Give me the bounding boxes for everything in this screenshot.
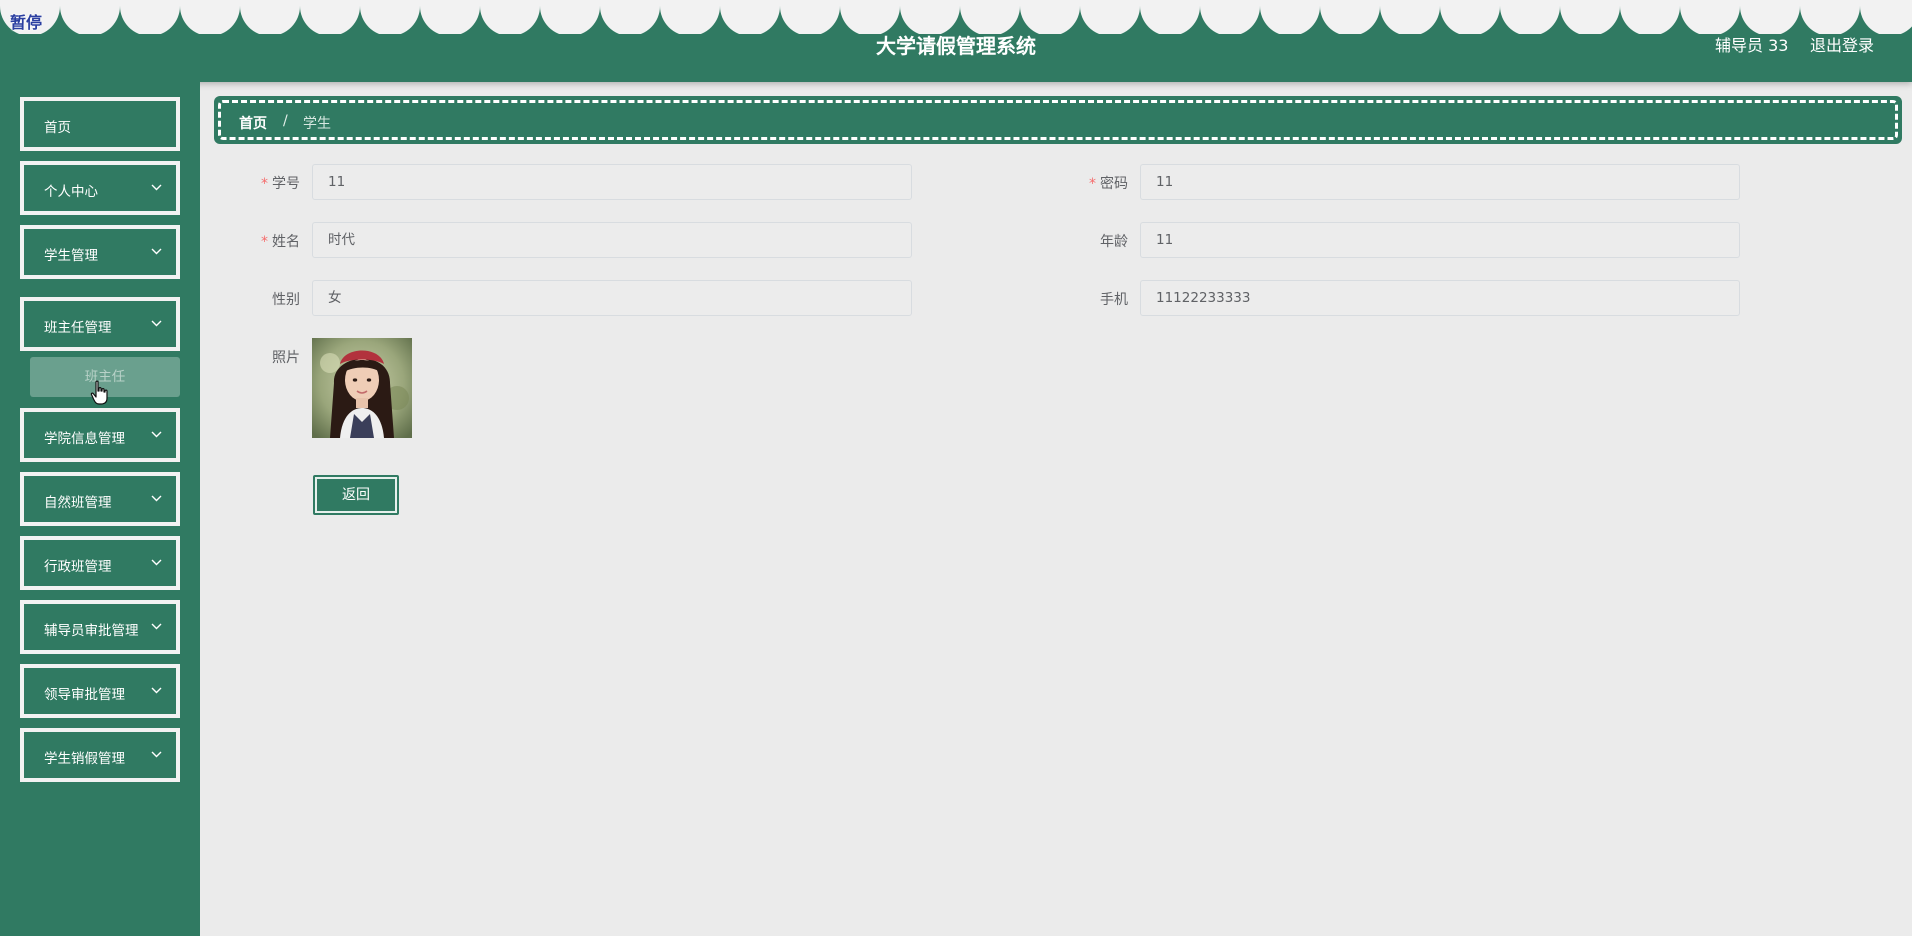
sidebar-item-label: 自然班管理 — [44, 495, 112, 511]
age-field[interactable]: 11 — [1140, 222, 1740, 258]
photo-label: 照片 — [272, 350, 300, 366]
breadcrumb-current: 学生 — [303, 116, 331, 132]
sidebar-item-label: 行政班管理 — [44, 559, 112, 575]
hand-pointer-icon — [90, 380, 108, 405]
sidebar-item-counselor-approval-management[interactable]: 辅导员审批管理 — [20, 600, 180, 654]
sidebar-item-college-info-management[interactable]: 学院信息管理 — [20, 408, 180, 462]
breadcrumb: 首页 / 学生 — [214, 96, 1902, 144]
sidebar-item-admin-class-management[interactable]: 行政班管理 — [20, 536, 180, 590]
sidebar-item-home[interactable]: 首页 — [20, 97, 180, 151]
sidebar-item-label: 领导审批管理 — [44, 687, 125, 703]
student-photo — [312, 338, 412, 438]
chevron-down-icon — [151, 320, 162, 327]
chevron-down-icon — [151, 184, 162, 191]
chevron-down-icon — [151, 623, 162, 630]
chevron-down-icon — [151, 687, 162, 694]
chevron-down-icon — [151, 248, 162, 255]
breadcrumb-separator: / — [283, 113, 288, 129]
scallop-decoration — [0, 0, 1912, 34]
sidebar-item-head-teacher-management[interactable]: 班主任管理 — [20, 297, 180, 351]
breadcrumb-home-link[interactable]: 首页 — [239, 113, 267, 133]
breadcrumb-inner: 首页 / 学生 — [218, 100, 1898, 140]
sidebar-item-label: 班主任管理 — [44, 320, 112, 336]
name-field[interactable]: 时代 — [312, 222, 912, 258]
phone-field[interactable]: 11122233333 — [1140, 280, 1740, 316]
sidebar-item-leader-approval-management[interactable]: 领导审批管理 — [20, 664, 180, 718]
sidebar-item-label: 学生销假管理 — [44, 751, 125, 767]
sidebar-item-personal-center[interactable]: 个人中心 — [20, 161, 180, 215]
gender-field[interactable]: 女 — [312, 280, 912, 316]
sidebar-item-label: 辅导员审批管理 — [44, 623, 139, 639]
sidebar-item-label: 个人中心 — [44, 184, 98, 200]
sidebar-item-student-management[interactable]: 学生管理 — [20, 225, 180, 279]
chevron-down-icon — [151, 495, 162, 502]
password-field[interactable]: 11 — [1140, 164, 1740, 200]
current-user-label: 辅导员 33 — [1715, 36, 1789, 55]
sidebar-item-label: 学生管理 — [44, 248, 98, 264]
password-label: * 密码 — [1089, 176, 1128, 192]
app-title: 大学请假管理系统 — [876, 34, 1036, 58]
gender-label: 性别 — [272, 292, 300, 308]
required-mark: * — [261, 176, 268, 192]
chevron-down-icon — [151, 751, 162, 758]
name-label: * 姓名 — [261, 234, 300, 250]
sidebar-item-label: 首页 — [44, 120, 71, 136]
sidebar-item-leave-cancel-management[interactable]: 学生销假管理 — [20, 728, 180, 782]
sidebar: 首页 个人中心 学生管理 班主任管理 学院信息管理 自然班管理 行政班管理 辅导… — [0, 82, 200, 936]
phone-label: 手机 — [1100, 292, 1128, 308]
back-button[interactable]: 返回 — [313, 475, 399, 515]
required-mark: * — [1089, 176, 1096, 192]
chevron-down-icon — [151, 559, 162, 566]
sidebar-item-label: 学院信息管理 — [44, 431, 125, 447]
required-mark: * — [261, 234, 268, 250]
student-id-field[interactable]: 11 — [312, 164, 912, 200]
top-header: 暂停 大学请假管理系统 辅导员 33 退出登录 — [0, 0, 1912, 82]
student-id-label: * 学号 — [261, 176, 300, 192]
age-label: 年龄 — [1100, 234, 1128, 250]
chevron-down-icon — [151, 431, 162, 438]
logout-link[interactable]: 退出登录 — [1810, 32, 1874, 56]
sidebar-item-natural-class-management[interactable]: 自然班管理 — [20, 472, 180, 526]
